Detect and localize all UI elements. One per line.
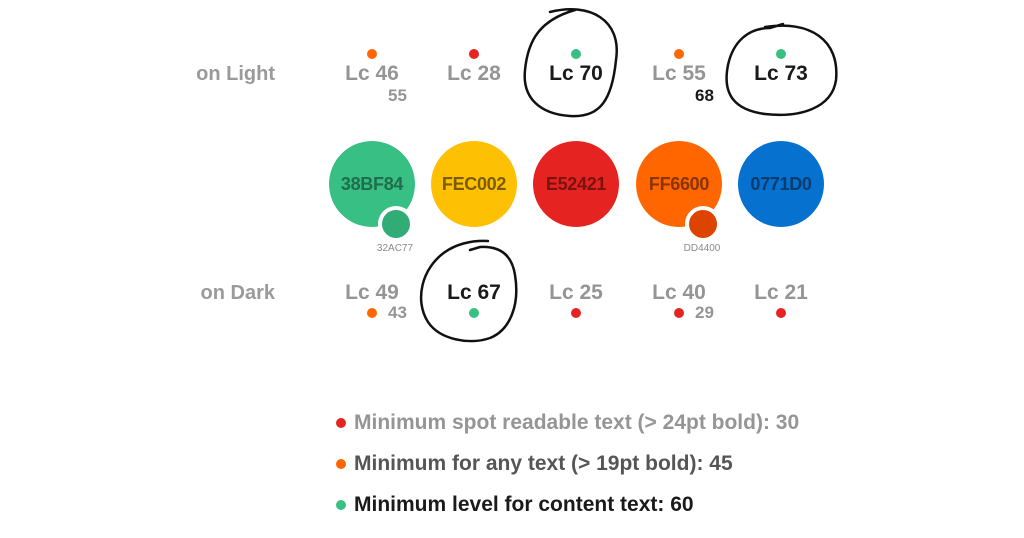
contrast-value: Lc 28 — [447, 62, 501, 85]
swatch-hex: FF6600 — [648, 173, 710, 194]
alt-contrast-value: 68 — [695, 86, 714, 105]
red-dot-icon — [776, 308, 786, 318]
contrast-value: Lc 49 — [345, 281, 399, 304]
green-dot-icon — [571, 49, 581, 59]
color-swatch: 0771D0 — [738, 141, 824, 227]
alt-contrast-value: 55 — [388, 86, 407, 105]
legend-text: Minimum spot readable text (> 24pt bold)… — [354, 410, 800, 434]
orange-dot-icon — [367, 308, 377, 318]
orange-dot-icon — [336, 458, 346, 469]
contrast-value: Lc 67 — [447, 281, 501, 304]
swatch-hex: 38BF84 — [340, 173, 404, 194]
legend-text: Minimum level for content text: 60 — [354, 492, 694, 516]
color-swatch: E52421 — [533, 141, 619, 227]
contrast-value: Lc 25 — [549, 281, 603, 304]
green-dot-icon — [336, 499, 346, 510]
alt-contrast-value: 43 — [388, 303, 407, 322]
alt-contrast-value: 29 — [695, 303, 714, 322]
orange-dot-icon — [367, 49, 377, 59]
on-dark-label: on Dark — [200, 282, 275, 304]
legend-item-content: Minimum level for content text: 60 — [336, 484, 799, 525]
legend-item-any: Minimum for any text (> 19pt bold): 45 — [336, 443, 799, 484]
legend-text: Minimum for any text (> 19pt bold): 45 — [354, 451, 733, 475]
contrast-value: Lc 21 — [754, 281, 808, 304]
swatch-hex: E52421 — [545, 173, 607, 194]
legend-item-spot: Minimum spot readable text (> 24pt bold)… — [336, 402, 799, 443]
green-dot-icon — [469, 308, 479, 318]
red-dot-icon — [336, 417, 346, 428]
swatch-hex: 0771D0 — [750, 173, 812, 194]
contrast-value: Lc 55 — [652, 62, 706, 85]
contrast-value: Lc 70 — [549, 62, 603, 85]
alt-color-swatch — [685, 206, 721, 242]
contrast-value: Lc 73 — [754, 62, 808, 85]
color-swatch: FEC002 — [431, 141, 517, 227]
contrast-value: Lc 40 — [652, 281, 706, 304]
contrast-value: Lc 46 — [345, 62, 399, 85]
red-dot-icon — [469, 49, 479, 59]
green-dot-icon — [776, 49, 786, 59]
red-dot-icon — [674, 308, 684, 318]
swatch-hex: FEC002 — [441, 173, 507, 194]
legend: Minimum spot readable text (> 24pt bold)… — [336, 402, 799, 525]
alt-color-swatch — [378, 206, 414, 242]
on-light-label: on Light — [196, 63, 275, 85]
orange-dot-icon — [674, 49, 684, 59]
red-dot-icon — [571, 308, 581, 318]
alt-swatch-hex: DD4400 — [683, 243, 721, 254]
alt-swatch-hex: 32AC77 — [376, 243, 414, 254]
